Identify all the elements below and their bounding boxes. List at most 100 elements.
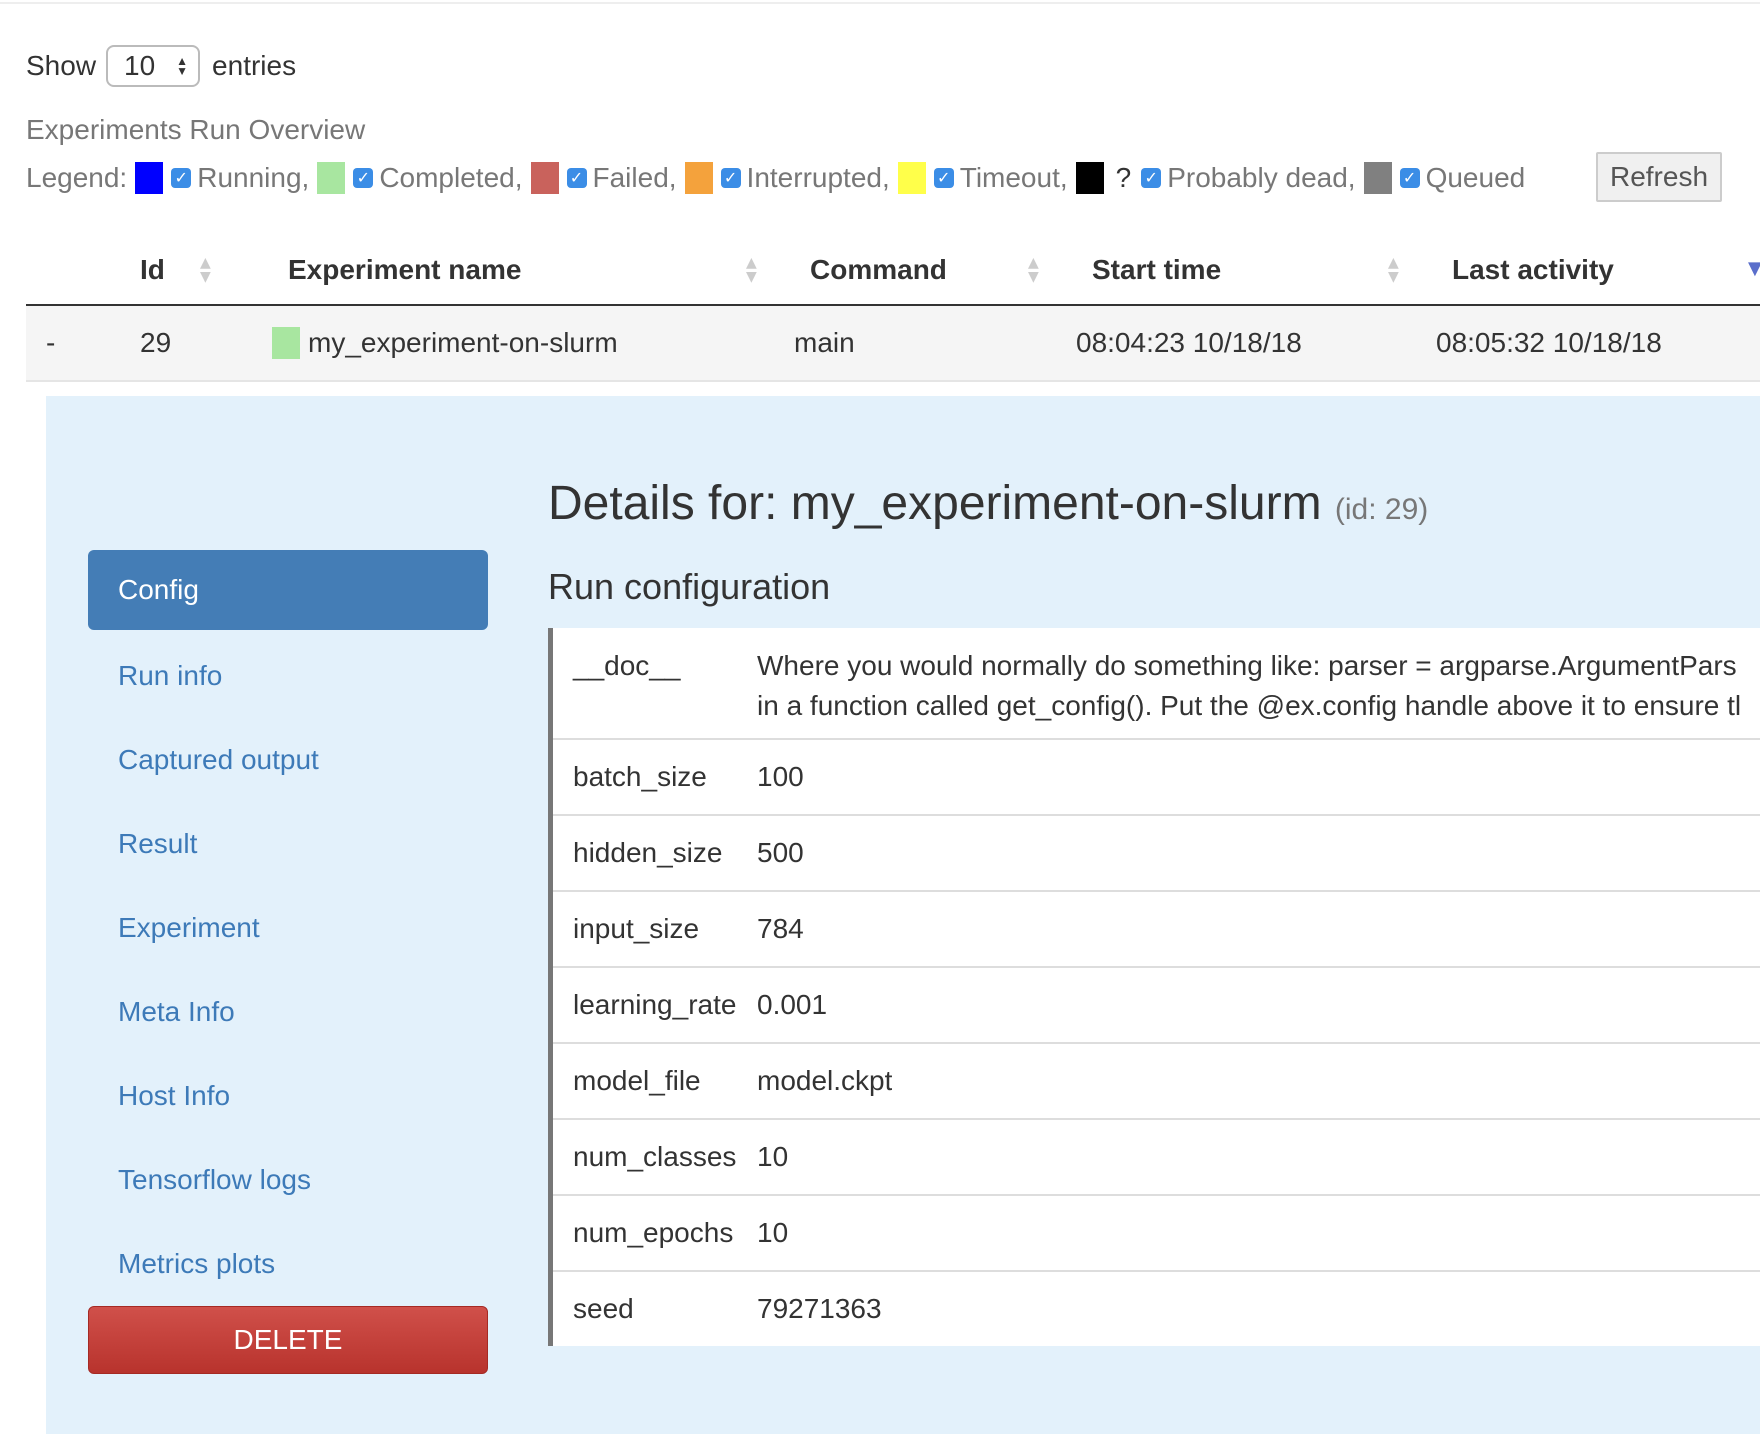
details-panel: Details for: my_experiment-on-slurm (id:… bbox=[46, 396, 1760, 1434]
config-value: 79271363 bbox=[757, 1293, 882, 1324]
details-title: Details for: my_experiment-on-slurm (id:… bbox=[548, 476, 1428, 531]
legend-item-failed: ✓ Failed, bbox=[523, 162, 677, 194]
row-toggle[interactable]: - bbox=[46, 306, 55, 380]
nav-item-metrics-plots[interactable]: Metrics plots bbox=[88, 1222, 488, 1306]
column-header-id[interactable]: Id bbox=[140, 236, 165, 304]
column-header-name-label: Experiment name bbox=[288, 254, 522, 285]
running-label: Running, bbox=[197, 162, 310, 193]
column-header-start-time[interactable]: Start time bbox=[1092, 236, 1221, 304]
config-value-doc: Where you would normally do something li… bbox=[757, 646, 1741, 738]
config-key: batch_size bbox=[573, 761, 707, 792]
failed-label: Failed, bbox=[592, 162, 677, 193]
column-header-experiment-name[interactable]: Experiment name bbox=[288, 236, 521, 304]
overview-title: Experiments Run Overview bbox=[26, 114, 366, 145]
doc-line-2: in a function called get_config(). Put t… bbox=[757, 690, 1742, 721]
nav-item-captured-output[interactable]: Captured output bbox=[88, 718, 488, 802]
config-row: learning_rate 0.001 bbox=[553, 968, 1760, 1044]
row-last-activity: 08:05:32 10/18/18 bbox=[1436, 327, 1662, 358]
nav-item-experiment[interactable]: Experiment bbox=[88, 886, 488, 970]
config-value: 0.001 bbox=[757, 989, 828, 1020]
nav-item-run-info[interactable]: Run info bbox=[88, 634, 488, 718]
legend-item-queued: ✓ Queued bbox=[1356, 162, 1526, 194]
probably-dead-swatch bbox=[1075, 162, 1104, 194]
sort-desc-icon: ▼ bbox=[1748, 258, 1760, 279]
config-value: model.ckpt bbox=[757, 1065, 893, 1096]
failed-checkbox[interactable]: ✓ bbox=[566, 168, 587, 188]
config-row: model_file model.ckpt bbox=[553, 1044, 1760, 1120]
timeout-checkbox[interactable]: ✓ bbox=[933, 168, 954, 188]
entries-label: entries bbox=[212, 50, 297, 81]
status-swatch bbox=[272, 327, 300, 359]
table-header: Id ▲ ▼ Experiment name ▲ ▼ Command ▲ ▼ Star… bbox=[26, 236, 1760, 306]
probably-dead-prefix: ? bbox=[1115, 162, 1132, 193]
queued-swatch bbox=[1363, 162, 1392, 194]
legend-label: Legend: bbox=[26, 162, 128, 193]
config-value: 500 bbox=[757, 837, 804, 868]
details-side-nav: Config Run info Captured output Result E… bbox=[88, 550, 488, 1306]
config-key: seed bbox=[573, 1293, 634, 1324]
table-row[interactable]: - 29 my_experiment-on-slurm main 08:04:2… bbox=[26, 306, 1760, 382]
config-row: num_classes 10 bbox=[553, 1120, 1760, 1196]
interrupted-label: Interrupted, bbox=[746, 162, 890, 193]
queued-checkbox[interactable]: ✓ bbox=[1399, 168, 1420, 188]
row-command: main bbox=[794, 327, 855, 358]
details-title-id: (id: 29) bbox=[1334, 493, 1429, 526]
select-arrows-icon: ▲ ▼ bbox=[176, 54, 189, 78]
running-checkbox[interactable]: ✓ bbox=[171, 168, 192, 188]
config-table: __doc__ Where you would normally do some… bbox=[548, 628, 1760, 1346]
config-key: learning_rate bbox=[573, 989, 737, 1020]
entries-select[interactable]: 10 ▲ ▼ bbox=[106, 45, 201, 87]
interrupted-checkbox[interactable]: ✓ bbox=[720, 168, 741, 188]
nav-item-tensorflow-logs[interactable]: Tensorflow logs bbox=[88, 1138, 488, 1222]
nav-item-meta-info[interactable]: Meta Info bbox=[88, 970, 488, 1054]
config-value: 100 bbox=[757, 761, 804, 792]
row-experiment-name: my_experiment-on-slurm bbox=[308, 327, 618, 358]
completed-swatch bbox=[317, 162, 346, 194]
sort-icon: ▲ ▼ bbox=[1028, 255, 1039, 285]
show-entries-control: Show 10 ▲ ▼ entries bbox=[26, 43, 296, 89]
run-configuration-title: Run configuration bbox=[548, 566, 831, 607]
column-header-start-time-label: Start time bbox=[1092, 254, 1222, 285]
timeout-swatch bbox=[897, 162, 926, 194]
entries-select-value: 10 bbox=[124, 50, 156, 81]
doc-line-1: Where you would normally do something li… bbox=[757, 650, 1737, 681]
legend-item-completed: ✓ Completed, bbox=[309, 162, 523, 194]
config-row: hidden_size 500 bbox=[553, 816, 1760, 892]
queued-label: Queued bbox=[1425, 162, 1526, 193]
nav-item-result[interactable]: Result bbox=[88, 802, 488, 886]
row-experiment-name-cell: my_experiment-on-slurm bbox=[272, 306, 618, 380]
config-key: model_file bbox=[573, 1065, 701, 1096]
legend: Legend: ✓ Running, ✓ Completed, ✓ Failed… bbox=[26, 158, 1525, 198]
column-header-id-label: Id bbox=[140, 254, 165, 285]
nav-item-config[interactable]: Config bbox=[88, 550, 488, 630]
config-row: num_epochs 10 bbox=[553, 1196, 1760, 1272]
legend-item-probably-dead: ? ✓ Probably dead, bbox=[1068, 162, 1356, 194]
config-value: 10 bbox=[757, 1217, 789, 1248]
column-header-command-label: Command bbox=[810, 254, 947, 285]
column-header-command[interactable]: Command bbox=[810, 236, 947, 304]
column-header-last-activity-label: Last activity bbox=[1452, 254, 1614, 285]
show-label: Show bbox=[26, 50, 97, 81]
config-key: num_epochs bbox=[573, 1217, 734, 1248]
delete-button[interactable]: DELETE bbox=[88, 1306, 488, 1374]
sort-icon: ▲ ▼ bbox=[1388, 255, 1399, 285]
config-row: batch_size 100 bbox=[553, 740, 1760, 816]
legend-item-running: ✓ Running, bbox=[127, 162, 309, 194]
legend-item-timeout: ✓ Timeout, bbox=[890, 162, 1068, 194]
running-swatch bbox=[135, 162, 164, 194]
probably-dead-checkbox[interactable]: ✓ bbox=[1141, 168, 1162, 188]
completed-checkbox[interactable]: ✓ bbox=[353, 168, 374, 188]
sort-icon: ▲ ▼ bbox=[746, 255, 757, 285]
details-title-text: Details for: my_experiment-on-slurm bbox=[548, 477, 1322, 530]
config-value: 10 bbox=[757, 1141, 789, 1172]
refresh-button[interactable]: Refresh bbox=[1596, 152, 1722, 202]
row-start-time: 08:04:23 10/18/18 bbox=[1076, 327, 1302, 358]
config-value: 784 bbox=[757, 913, 804, 944]
nav-item-host-info[interactable]: Host Info bbox=[88, 1054, 488, 1138]
legend-item-interrupted: ✓ Interrupted, bbox=[677, 162, 890, 194]
column-header-last-activity[interactable]: Last activity bbox=[1452, 236, 1614, 304]
config-row-doc: __doc__ Where you would normally do some… bbox=[553, 628, 1760, 740]
interrupted-swatch bbox=[684, 162, 713, 194]
timeout-label: Timeout, bbox=[959, 162, 1068, 193]
config-key: hidden_size bbox=[573, 837, 723, 868]
